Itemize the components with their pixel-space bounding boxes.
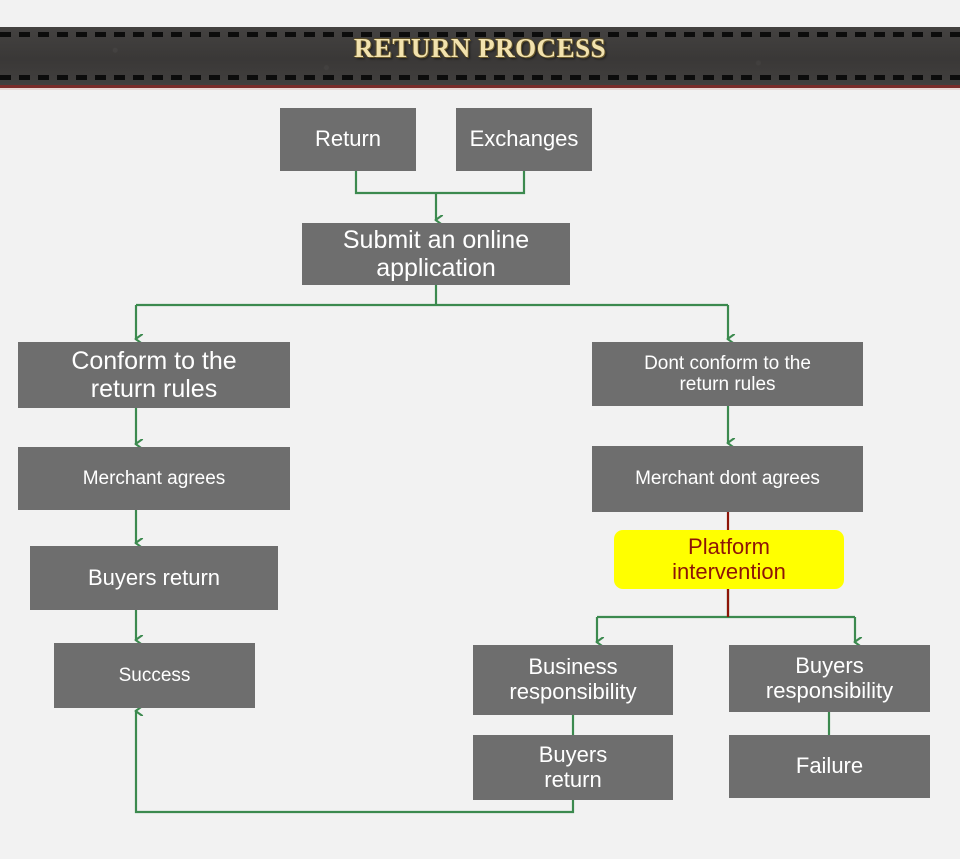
node-conform-to-return-rules[interactable]: Conform to the return rules xyxy=(18,342,290,408)
edge-return-to-submit xyxy=(354,171,436,195)
node-return[interactable]: Return xyxy=(280,108,416,171)
node-merchant-dont-agrees[interactable]: Merchant dont agrees xyxy=(592,446,863,512)
node-buyers-return-left[interactable]: Buyers return xyxy=(30,546,278,610)
edge-exchanges-to-submit xyxy=(436,171,526,195)
diagram-canvas: RETURN PROCESS Return Exchanges Submit a… xyxy=(0,0,960,859)
node-exchanges[interactable]: Exchanges xyxy=(456,108,592,171)
node-buyers-return-right[interactable]: Buyers return xyxy=(473,735,673,800)
node-success[interactable]: Success xyxy=(54,643,255,708)
node-merchant-agrees[interactable]: Merchant agrees xyxy=(18,447,290,510)
node-business-responsibility[interactable]: Business responsibility xyxy=(473,645,673,715)
node-dont-conform-to-return-rules[interactable]: Dont conform to the return rules xyxy=(592,342,863,406)
node-buyers-responsibility[interactable]: Buyers responsibility xyxy=(729,645,930,712)
node-submit-application[interactable]: Submit an online application xyxy=(302,223,570,285)
node-platform-intervention[interactable]: Platform intervention xyxy=(614,530,844,589)
node-failure[interactable]: Failure xyxy=(729,735,930,798)
